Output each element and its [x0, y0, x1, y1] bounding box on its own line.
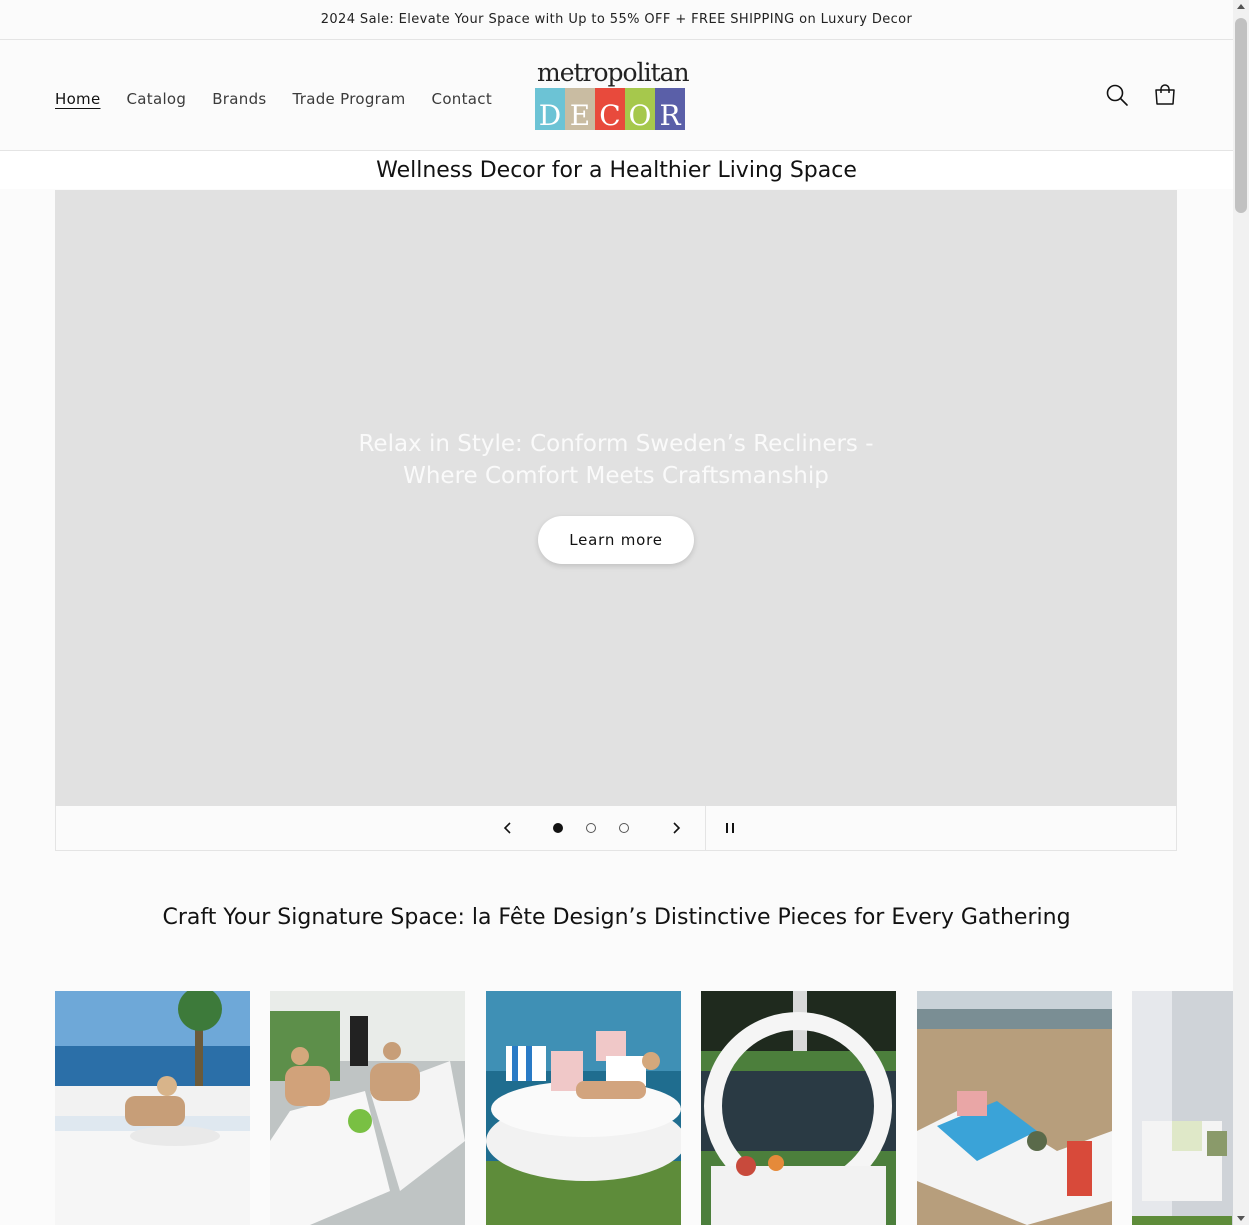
- logo-tile-d: D: [535, 88, 565, 130]
- pause-icon: [726, 823, 734, 833]
- product-gallery: [55, 991, 1233, 1225]
- page-scrollbar[interactable]: [1233, 0, 1249, 1225]
- product-card-4[interactable]: [701, 991, 896, 1225]
- hero-slide: Relax in Style: Conform Sweden’s Recline…: [55, 190, 1177, 806]
- product-image: [917, 991, 1112, 1225]
- search-icon: [1106, 84, 1128, 106]
- slide-dot-indicator: [619, 823, 629, 833]
- site-logo[interactable]: metropolitan D E C O R: [535, 58, 690, 134]
- slide-dot-2[interactable]: [581, 806, 601, 850]
- nav-item-home[interactable]: Home: [55, 90, 101, 108]
- product-image: [1132, 991, 1233, 1225]
- logo-wordmark: metropolitan: [537, 58, 690, 87]
- cart-icon: [1155, 84, 1175, 105]
- product-card-2[interactable]: [270, 991, 465, 1225]
- controls-divider: [705, 806, 706, 850]
- site-header: Home Catalog Brands Trade Program Contac…: [0, 40, 1233, 151]
- scroll-down-arrow-icon[interactable]: [1237, 1216, 1245, 1221]
- logo-tiles: D E C O R: [535, 88, 685, 130]
- product-image: [55, 991, 250, 1225]
- slideshow-pause-button[interactable]: [712, 806, 748, 850]
- logo-tile-o: O: [625, 88, 655, 130]
- product-card-6[interactable]: [1132, 991, 1233, 1225]
- product-image: [270, 991, 465, 1225]
- nav-item-catalog[interactable]: Catalog: [127, 90, 187, 108]
- main-nav: Home Catalog Brands Trade Program Contac…: [55, 90, 518, 108]
- slide-prev-button[interactable]: [488, 806, 528, 850]
- chevron-left-icon: [503, 822, 511, 834]
- product-image: [701, 991, 896, 1225]
- search-button[interactable]: [1104, 80, 1130, 110]
- product-image: [486, 991, 681, 1225]
- nav-item-brands[interactable]: Brands: [212, 90, 266, 108]
- slide-dot-indicator: [553, 823, 563, 833]
- logo-tile-r: R: [655, 88, 685, 130]
- nav-item-trade-program[interactable]: Trade Program: [293, 90, 406, 108]
- scrollbar-thumb[interactable]: [1235, 18, 1247, 213]
- page-subtitle-bar: Wellness Decor for a Healthier Living Sp…: [0, 151, 1233, 189]
- learn-more-button[interactable]: Learn more: [538, 516, 694, 564]
- product-card-5[interactable]: [917, 991, 1112, 1225]
- announcement-bar: 2024 Sale: Elevate Your Space with Up to…: [0, 0, 1233, 40]
- slider-controls: [55, 806, 1177, 851]
- hero-heading: Relax in Style: Conform Sweden’s Recline…: [55, 428, 1177, 492]
- announcement-text: 2024 Sale: Elevate Your Space with Up to…: [320, 12, 913, 27]
- product-card-1[interactable]: [55, 991, 250, 1225]
- logo-tile-e: E: [565, 88, 595, 130]
- hero-heading-line-2: Where Comfort Meets Craftsmanship: [403, 463, 829, 489]
- logo-tile-c: C: [595, 88, 625, 130]
- hero-heading-line-1: Relax in Style: Conform Sweden’s Recline…: [358, 431, 874, 457]
- slide-dot-1[interactable]: [548, 806, 568, 850]
- collection-title: Craft Your Signature Space: la Fête Desi…: [162, 905, 1071, 930]
- slide-dot-indicator: [586, 823, 596, 833]
- chevron-right-icon: [673, 822, 681, 834]
- cart-button[interactable]: [1152, 80, 1178, 110]
- nav-item-contact[interactable]: Contact: [432, 90, 492, 108]
- slide-next-button[interactable]: [656, 806, 696, 850]
- scroll-up-arrow-icon[interactable]: [1237, 4, 1245, 9]
- product-card-3[interactable]: [486, 991, 681, 1225]
- header-actions: [1104, 80, 1178, 110]
- page-subtitle: Wellness Decor for a Healthier Living Sp…: [376, 157, 857, 183]
- slide-dot-3[interactable]: [614, 806, 634, 850]
